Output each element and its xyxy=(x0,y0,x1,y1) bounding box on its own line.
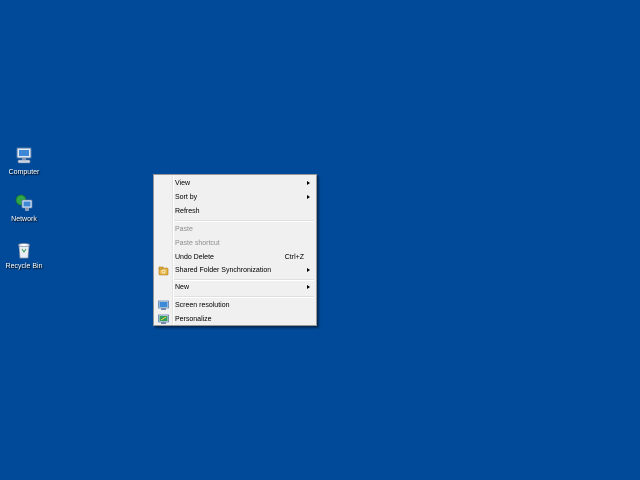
menu-item-paste-shortcut[interactable]: Paste shortcut xyxy=(156,237,314,250)
desktop-icon-computer[interactable]: Computer xyxy=(0,146,48,177)
desktop-icon-recycle-bin[interactable]: Recycle Bin xyxy=(0,240,48,271)
menu-item-label: Refresh xyxy=(175,208,200,215)
submenu-arrow-icon xyxy=(307,285,310,289)
menu-item-new[interactable]: New xyxy=(156,281,314,294)
screen-resolution-icon xyxy=(158,300,169,310)
menu-separator xyxy=(174,296,314,298)
menu-item-label: New xyxy=(175,284,190,291)
desktop-icon-label: Network xyxy=(11,216,37,223)
menu-item-label: Paste xyxy=(175,226,193,233)
menu-item-view[interactable]: View xyxy=(156,177,314,190)
menu-item-paste[interactable]: Paste xyxy=(156,223,314,236)
personalize-icon xyxy=(158,314,169,324)
menu-item-shortcut: Ctrl+Z xyxy=(284,254,304,261)
desktop[interactable]: Computer Network Recycle Bin View Sort b… xyxy=(0,0,640,480)
menu-separator xyxy=(174,220,314,222)
desktop-context-menu: View Sort by Refresh Paste Paste shortcu… xyxy=(153,174,317,326)
submenu-arrow-icon xyxy=(307,268,310,272)
menu-item-label: Personalize xyxy=(175,316,212,323)
sync-folder-icon xyxy=(158,266,169,276)
desktop-icon-label: Recycle Bin xyxy=(5,263,43,270)
menu-item-label: View xyxy=(175,180,191,187)
menu-item-shared-folder-sync[interactable]: Shared Folder Synchronization xyxy=(156,264,314,277)
submenu-arrow-icon xyxy=(307,181,310,185)
recycle-bin-icon xyxy=(18,243,30,259)
network-icon xyxy=(15,194,33,211)
menu-item-refresh[interactable]: Refresh xyxy=(156,205,314,218)
menu-item-personalize[interactable]: Personalize xyxy=(156,313,314,326)
menu-item-screen-resolution[interactable]: Screen resolution xyxy=(156,299,314,312)
submenu-arrow-icon xyxy=(307,195,310,199)
menu-item-undo-delete[interactable]: Undo Delete Ctrl+Z xyxy=(156,251,314,264)
menu-item-label: Shared Folder Synchronization xyxy=(175,267,272,274)
menu-item-label: Screen resolution xyxy=(175,302,230,309)
menu-item-label: Sort by xyxy=(175,194,198,201)
menu-item-sort-by[interactable]: Sort by xyxy=(156,191,314,204)
menu-item-label: Paste shortcut xyxy=(175,240,220,247)
computer-icon xyxy=(16,147,32,164)
desktop-icon-label: Computer xyxy=(8,169,40,176)
desktop-icon-network[interactable]: Network xyxy=(0,193,48,224)
menu-item-label: Undo Delete xyxy=(175,254,214,261)
